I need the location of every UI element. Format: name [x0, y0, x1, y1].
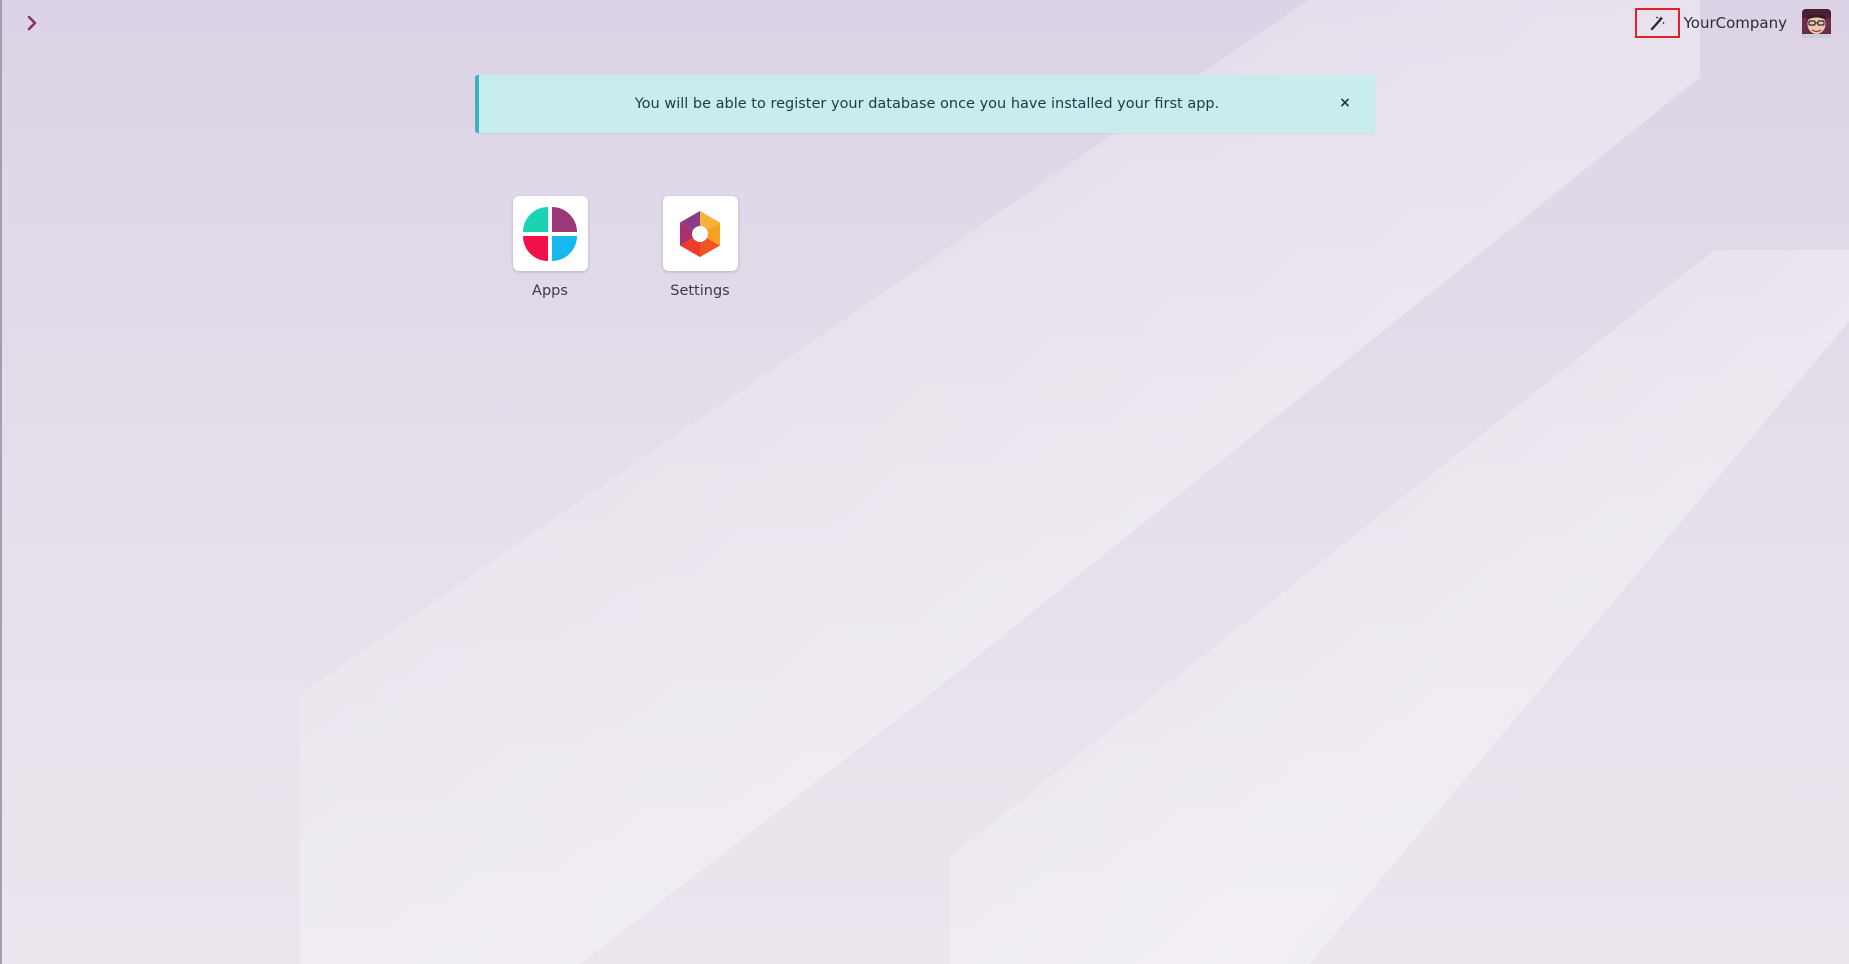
app-icon-container — [662, 196, 738, 271]
chevron-right-icon — [27, 15, 37, 31]
debug-button[interactable] — [1634, 8, 1680, 38]
apps-icon — [523, 206, 577, 261]
app-tile-apps[interactable]: Apps — [495, 196, 605, 299]
alert-close-button[interactable]: × — [1335, 93, 1355, 113]
menu-toggle-button[interactable] — [22, 12, 42, 34]
alert-message: You will be able to register your databa… — [634, 96, 1220, 112]
background-diagonal-light-2 — [950, 250, 1849, 964]
settings-icon — [680, 210, 720, 257]
magic-wand-icon — [1650, 16, 1665, 31]
app-icon-container — [512, 196, 588, 271]
topbar-systray: YourCompany — [1634, 6, 1831, 40]
registration-alert: You will be able to register your databa… — [475, 75, 1375, 133]
user-avatar[interactable] — [1802, 8, 1831, 38]
left-edge-border — [0, 0, 2, 964]
app-tile-settings[interactable]: Settings — [645, 196, 755, 299]
app-label: Apps — [532, 283, 568, 299]
user-avatar-icon — [1802, 8, 1831, 38]
app-label: Settings — [670, 283, 730, 299]
company-switcher[interactable]: YourCompany — [1684, 14, 1787, 32]
background-diagonal-light — [300, 0, 1700, 964]
